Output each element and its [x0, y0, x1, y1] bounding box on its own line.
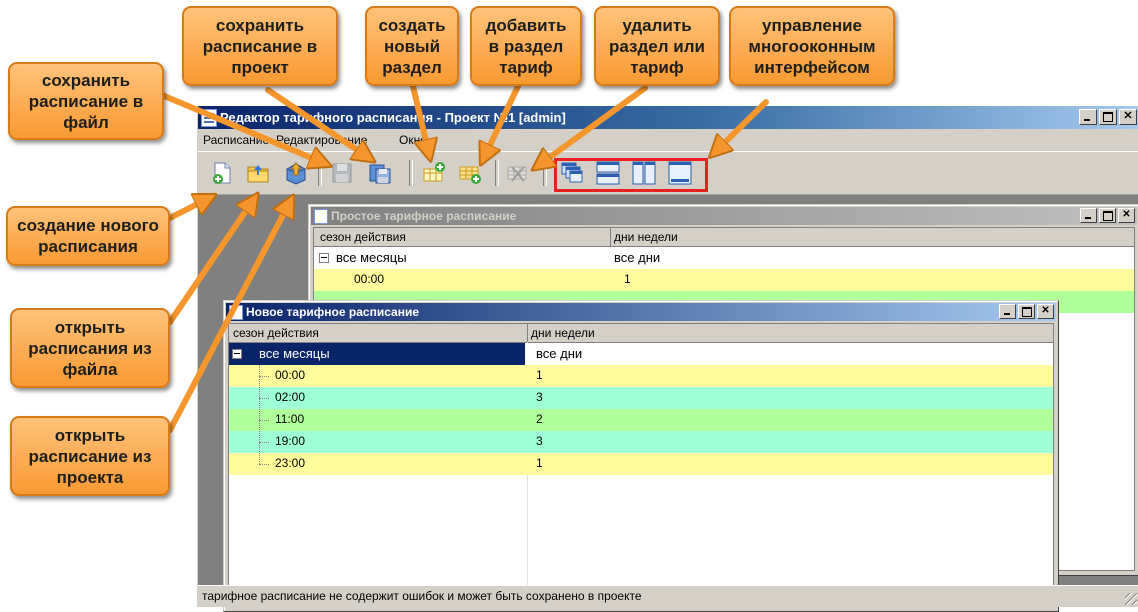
resize-grip[interactable]: [1125, 593, 1137, 605]
time-cell: 19:00: [275, 434, 306, 448]
column-header-days[interactable]: дни недели: [531, 326, 595, 340]
close-button[interactable]: ✕: [1118, 208, 1135, 223]
menu-bar: Расписание Редактирование Окно: [198, 129, 1138, 151]
save-project-icon[interactable]: [368, 161, 392, 185]
window-title: Редактор тарифного расписания - Проект №…: [220, 110, 566, 125]
time-cell: 23:00: [275, 456, 306, 470]
status-bar: тарифное расписание не содержит ошибок и…: [198, 585, 1138, 607]
time-cell: 02:00: [275, 390, 306, 404]
days-cell: 3: [536, 434, 543, 448]
days-cell: 1: [536, 456, 543, 470]
time-cell: 11:00: [275, 412, 305, 426]
status-text: тарифное расписание не содержит ошибок и…: [202, 589, 642, 603]
menu-edit[interactable]: Редактирование: [276, 133, 367, 147]
close-button[interactable]: ✕: [1119, 109, 1137, 125]
callout-delete: удалить раздел или тариф: [594, 6, 720, 86]
toolbar: [198, 151, 1138, 195]
delete-icon[interactable]: [506, 161, 530, 185]
open-project-icon[interactable]: [284, 161, 308, 185]
close-button[interactable]: ✕: [1037, 304, 1054, 319]
menu-schedule[interactable]: Расписание: [203, 133, 269, 147]
table-row[interactable]: 19:00 3: [229, 431, 1053, 453]
save-disk-icon[interactable]: [330, 161, 354, 185]
callout-save-file: сохранить расписание в файл: [8, 62, 164, 140]
table-row[interactable]: 00:00 1: [229, 365, 1053, 387]
table-row[interactable]: 02:00 3: [229, 387, 1053, 409]
main-window: Редактор тарифного расписания - Проект №…: [197, 106, 1138, 612]
schedule-grid: сезон действия дни недели все месяцы все…: [228, 323, 1054, 607]
column-header-season[interactable]: сезон действия: [233, 326, 319, 340]
callout-open-project: открыть расписание из проекта: [10, 416, 170, 496]
open-folder-icon[interactable]: [246, 161, 270, 185]
maximize-button[interactable]: [1099, 208, 1116, 223]
child-title: Новое тарифное расписание: [246, 305, 419, 319]
new-document-icon[interactable]: [210, 161, 234, 185]
mdi-highlight-box: [554, 158, 708, 192]
callout-new-section: создать новый раздел: [365, 6, 459, 86]
table-row[interactable]: 23:00 1: [229, 453, 1053, 475]
column-header-days[interactable]: дни недели: [614, 230, 678, 244]
callout-add-tariff: добавить в раздел тариф: [470, 6, 582, 86]
minimize-button[interactable]: [1080, 208, 1097, 223]
callout-new-schedule: создание нового расписания: [6, 206, 170, 266]
child-title-bar[interactable]: Новое тарифное расписание ✕: [226, 303, 1056, 321]
child-title-bar[interactable]: Простое тарифное расписание ✕: [311, 207, 1137, 225]
table-row[interactable]: 11:00 2: [229, 409, 1053, 431]
callout-mdi: управление многооконным интерфейсом: [729, 6, 895, 86]
app-icon: [201, 109, 217, 127]
menu-window[interactable]: Окно: [399, 133, 427, 147]
column-header-season[interactable]: сезон действия: [320, 230, 406, 244]
days-cell: 3: [536, 390, 543, 404]
title-bar[interactable]: Редактор тарифного расписания - Проект №…: [198, 106, 1138, 129]
callout-save-project: сохранить расписание в проект: [182, 6, 338, 86]
table-row[interactable]: 00:00 1: [314, 269, 1134, 291]
days-cell: 1: [536, 368, 543, 382]
minimize-button[interactable]: [999, 304, 1016, 319]
maximize-button[interactable]: [1018, 304, 1035, 319]
callout-open-file: открыть расписания из файла: [10, 308, 170, 388]
add-tariff-icon[interactable]: [458, 161, 482, 185]
child-title: Простое тарифное расписание: [331, 209, 517, 223]
table-row[interactable]: все месяцы все дни: [229, 343, 1053, 365]
table-row[interactable]: все месяцы все дни: [314, 247, 1134, 269]
minimize-button[interactable]: [1079, 109, 1097, 125]
maximize-button[interactable]: [1099, 109, 1117, 125]
time-cell: 00:00: [275, 368, 306, 382]
add-section-icon[interactable]: [422, 161, 446, 185]
new-schedule-window: Новое тарифное расписание ✕ сезон действ…: [223, 300, 1059, 612]
days-cell: 2: [536, 412, 543, 426]
